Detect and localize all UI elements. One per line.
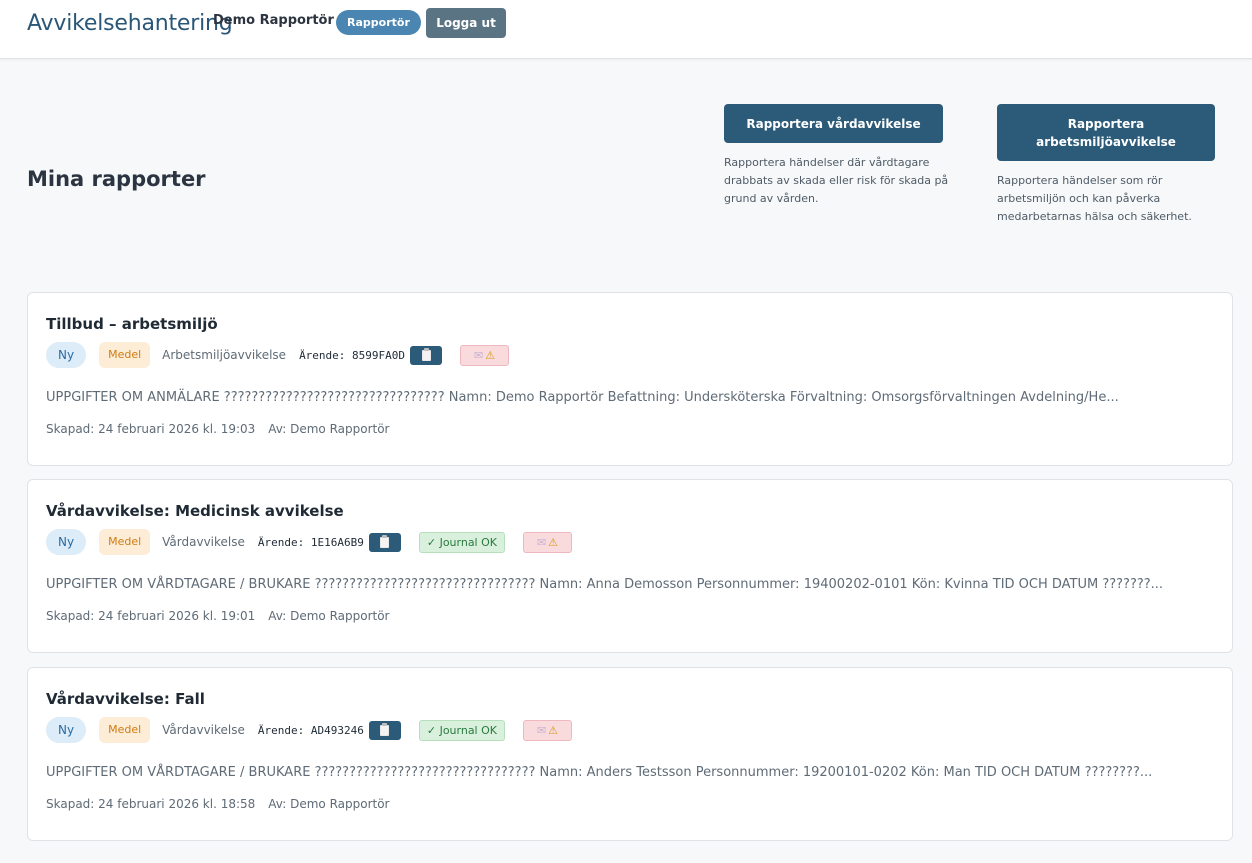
report-tags: Ny Medel Vårdavvikelse Ärende: 1E16A6B9 … — [46, 529, 572, 555]
copy-case-number-button[interactable] — [368, 720, 401, 740]
report-title: Vårdavvikelse: Medicinsk avvikelse — [46, 502, 344, 520]
copy-case-number-button[interactable] — [368, 532, 401, 552]
clipboard-icon — [380, 722, 390, 736]
envelope-icon: ✉ — [473, 348, 484, 362]
report-preview: UPPGIFTER OM VÅRDTAGARE / BRUKARE ??????… — [46, 577, 1164, 592]
report-card[interactable]: Vårdavvikelse: Medicinsk avvikelse Ny Me… — [27, 479, 1233, 653]
clipboard-icon — [421, 347, 431, 361]
report-title: Vårdavvikelse: Fall — [46, 690, 205, 708]
warning-icon: ⚠ — [485, 348, 496, 362]
report-preview: UPPGIFTER OM VÅRDTAGARE / BRUKARE ??????… — [46, 765, 1153, 780]
report-work-environment-deviation-button[interactable]: Rapportera arbetsmiljöavvikelse — [997, 104, 1215, 161]
report-card[interactable]: Tillbud – arbetsmiljö Ny Medel Arbetsmil… — [27, 292, 1233, 466]
warning-icon: ⚠ — [548, 723, 559, 737]
report-care-deviation-button[interactable]: Rapportera vårdavvikelse — [724, 104, 943, 143]
notification-flag: ✉ ⚠ — [522, 719, 572, 741]
report-type: Arbetsmiljöavvikelse — [162, 348, 287, 362]
created-date: Skapad: 24 februari 2026 kl. 19:03 — [46, 422, 256, 436]
severity-badge: Medel — [99, 342, 151, 368]
notification-flag: ✉ ⚠ — [522, 531, 572, 553]
role-badge: Rapportör — [336, 10, 421, 35]
severity-badge: Medel — [99, 529, 151, 555]
created-date: Skapad: 24 februari 2026 kl. 18:58 — [46, 797, 256, 811]
report-care-deviation-description: Rapportera händelser där vårdtagare drab… — [724, 156, 949, 205]
clipboard-icon — [380, 534, 390, 548]
report-title: Tillbud – arbetsmiljö — [46, 315, 218, 333]
report-card[interactable]: Vårdavvikelse: Fall Ny Medel Vårdavvikel… — [27, 667, 1233, 841]
report-preview: UPPGIFTER OM ANMÄLARE ??????????????????… — [46, 390, 1119, 405]
notification-flag: ✉ ⚠ — [460, 344, 510, 366]
journal-status-badge: ✓ Journal OK — [418, 719, 505, 741]
logout-button[interactable]: Logga ut — [426, 8, 506, 38]
report-meta: Skapad: 24 februari 2026 kl. 19:03 Av: De… — [46, 422, 390, 436]
user-name: Demo Rapportör — [213, 13, 334, 28]
journal-status-badge: ✓ Journal OK — [418, 531, 505, 553]
page-title: Mina rapporter — [27, 167, 206, 191]
report-type: Vårdavvikelse — [162, 535, 245, 549]
report-meta: Skapad: 24 februari 2026 kl. 18:58 Av: De… — [46, 797, 390, 811]
app-title[interactable]: Avvikelsehantering — [27, 11, 233, 36]
case-number: Ärende: 1E16A6B9 — [257, 535, 364, 549]
status-badge: Ny — [46, 529, 87, 555]
status-badge: Ny — [46, 342, 87, 368]
report-author: Av: Demo Rapportör — [268, 797, 390, 811]
report-tags: Ny Medel Arbetsmiljöavvikelse Ärende: 85… — [46, 342, 510, 368]
severity-badge: Medel — [99, 717, 151, 743]
report-author: Av: Demo Rapportör — [268, 609, 390, 623]
report-type: Vårdavvikelse — [162, 723, 245, 737]
case-number: Ärende: 8599FA0D — [299, 348, 406, 362]
report-author: Av: Demo Rapportör — [268, 422, 390, 436]
status-badge: Ny — [46, 717, 87, 743]
case-number: Ärende: AD493246 — [257, 723, 364, 737]
envelope-icon: ✉ — [536, 723, 547, 737]
top-bar: Avvikelsehantering Demo Rapportör Rappor… — [0, 0, 1252, 59]
created-date: Skapad: 24 februari 2026 kl. 19:01 — [46, 609, 256, 623]
envelope-icon: ✉ — [536, 535, 547, 549]
report-tags: Ny Medel Vårdavvikelse Ärende: AD493246 … — [46, 717, 572, 743]
warning-icon: ⚠ — [548, 535, 559, 549]
report-work-environment-deviation-description: Rapportera händelser som rör arbetsmiljö… — [997, 174, 1192, 223]
report-meta: Skapad: 24 februari 2026 kl. 19:01 Av: De… — [46, 609, 390, 623]
copy-case-number-button[interactable] — [410, 345, 443, 365]
